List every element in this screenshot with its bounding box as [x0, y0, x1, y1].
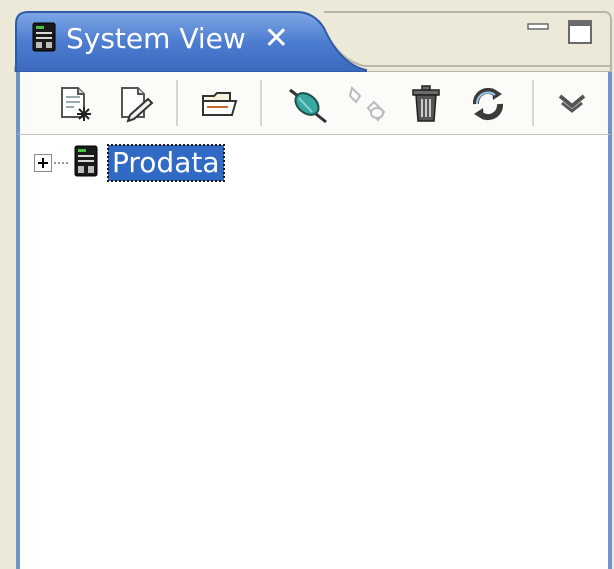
minimize-icon[interactable] [524, 18, 552, 50]
expand-icon[interactable] [34, 154, 52, 172]
tree-node[interactable]: Prodata [34, 143, 225, 183]
disconnect-icon[interactable] [346, 82, 390, 126]
view-menu-icon[interactable] [550, 82, 594, 126]
connect-icon[interactable] [286, 82, 330, 126]
system-tree: Prodata [16, 134, 612, 569]
active-tab[interactable]: System View ✕ [32, 18, 289, 60]
new-system-icon[interactable] [54, 82, 98, 126]
view-title: System View [66, 22, 246, 55]
trash-icon[interactable] [404, 82, 448, 126]
close-icon[interactable]: ✕ [264, 18, 289, 60]
server-icon [32, 22, 56, 56]
system-view-panel: System View ✕ Prodata [0, 0, 614, 569]
tree-connector [54, 162, 68, 164]
edit-system-icon[interactable] [114, 82, 158, 126]
view-controls [524, 18, 594, 50]
server-icon [74, 145, 98, 181]
toolbar-separator [260, 80, 263, 126]
toolbar-separator [176, 80, 179, 126]
view-tab-strip: System View ✕ [14, 0, 612, 72]
tree-node-label[interactable]: Prodata [107, 144, 225, 182]
view-toolbar [16, 72, 612, 134]
refresh-icon[interactable] [466, 82, 510, 126]
open-folder-icon[interactable] [198, 82, 242, 126]
maximize-icon[interactable] [566, 18, 594, 50]
toolbar-separator [532, 80, 535, 126]
